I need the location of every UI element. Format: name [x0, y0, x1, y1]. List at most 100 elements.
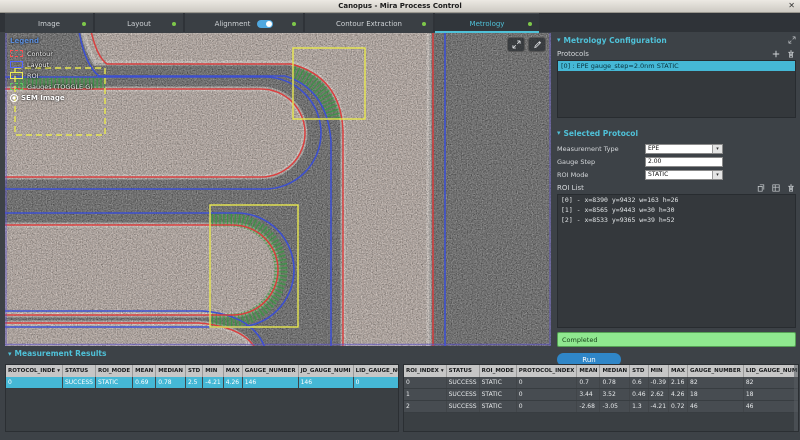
column-header[interactable]: MAX [223, 365, 242, 377]
legend-label: Contour [27, 50, 53, 58]
table-cell: 2 [404, 401, 446, 413]
column-header[interactable]: LID_GAUGE_NUM [353, 365, 399, 377]
table-cell: SUCCESS [446, 377, 479, 389]
edit-button[interactable] [528, 37, 546, 52]
tab-layout[interactable]: Layout [95, 13, 183, 33]
table-cell: 3.52 [600, 389, 630, 401]
scrollbar[interactable] [794, 365, 798, 431]
close-icon[interactable]: ✕ [788, 1, 795, 11]
edit-roi-button[interactable] [770, 182, 781, 193]
column-header[interactable]: GAUGE_NUMBER [242, 365, 298, 377]
add-protocol-button[interactable] [770, 48, 781, 59]
roi-mode-row: ROI Mode STATIC ▾ [557, 168, 796, 181]
table-cell: 0 [404, 377, 446, 389]
chevron-down-icon: ▾ [557, 129, 561, 137]
legend-swatch-icon [10, 61, 23, 68]
table-cell: 4.26 [223, 377, 242, 389]
detach-panel-button[interactable] [786, 35, 797, 46]
legend-label: Gauges (TOGGLE G) [27, 83, 93, 91]
column-header[interactable]: MAX [669, 365, 688, 377]
table-cell: 1 [404, 389, 446, 401]
column-header[interactable]: MEAN [133, 365, 156, 377]
protocol-list: [0] : EPE gauge_step=2.0nm STATIC [557, 60, 796, 118]
measurement-results-header[interactable]: ▾ Measurement Results [8, 349, 106, 358]
table-cell: SUCCESS [446, 401, 479, 413]
roi-item[interactable]: [0] - x=8390 y=9432 w=163 h=26 [558, 195, 795, 205]
copy-roi-button[interactable] [755, 182, 766, 193]
measurement-type-row: Measurement Type EPE ▾ [557, 142, 796, 155]
column-header[interactable]: STATUS [446, 365, 479, 377]
gauge-step-input[interactable] [645, 157, 723, 167]
column-header[interactable]: STD [630, 365, 648, 377]
field-label: Gauge Step [557, 158, 645, 166]
column-header[interactable]: PROTOCOL_INDEX [516, 365, 577, 377]
delete-protocol-button[interactable] [785, 48, 796, 59]
sem-image-toggle[interactable]: SEM Image [10, 92, 130, 104]
trash-icon [787, 184, 795, 192]
legend-title: Legend [10, 37, 130, 48]
table-cell: 3.44 [577, 389, 600, 401]
tab-alignment[interactable]: Alignment [185, 13, 303, 33]
roi-mode-select[interactable]: STATIC ▾ [645, 170, 723, 180]
column-header[interactable]: MIN [203, 365, 224, 377]
table-row[interactable]: 0SUCCESSSTATIC00.70.780.6-0.392.1682820 [404, 377, 799, 389]
metrology-configuration-header[interactable]: ▾ Metrology Configuration [557, 34, 797, 46]
roi-results-table-container: ROI_INDEX ▾STATUSROI_MODEPROTOCOL_INDEXM… [403, 364, 799, 432]
tab-contour-extraction[interactable]: Contour Extraction [305, 13, 433, 33]
status-dot [292, 22, 296, 26]
column-header[interactable]: STATUS [62, 365, 95, 377]
table-row[interactable]: 2SUCCESSSTATIC0-2.68-3.051.3-4.210.72464… [404, 401, 799, 413]
column-header[interactable]: ROI_INDEX ▾ [404, 365, 446, 377]
roi-item[interactable]: [1] - x=8565 y=9443 w=30 h=30 [558, 205, 795, 215]
sem-viewer[interactable]: Legend ContourLayoutROIGauges (TOGGLE G)… [5, 33, 551, 346]
trash-icon [787, 50, 795, 58]
tab-label: Image [38, 20, 60, 28]
column-header[interactable]: STD [185, 365, 202, 377]
selected-protocol-header[interactable]: ▾ Selected Protocol [557, 127, 797, 139]
protocols-label: Protocols [557, 50, 589, 58]
chevron-down-icon: ▾ [8, 350, 12, 358]
tab-image[interactable]: Image [5, 13, 93, 33]
table-cell: -4.21 [203, 377, 224, 389]
legend: Legend ContourLayoutROIGauges (TOGGLE G)… [10, 37, 130, 104]
column-header[interactable]: MEDIAN [156, 365, 186, 377]
column-header[interactable]: ROTOCOL_INDE ▾ [6, 365, 62, 377]
section-title: Measurement Results [15, 349, 107, 358]
column-header[interactable]: JD_GAUGE_NUMI [298, 365, 353, 377]
legend-swatch-icon [10, 72, 23, 79]
field-label: ROI Mode [557, 171, 645, 179]
table-row[interactable]: 1SUCCESSSTATIC03.443.520.462.624.2618180 [404, 389, 799, 401]
column-header[interactable]: ROI_MODE [479, 365, 516, 377]
column-header[interactable]: MEAN [577, 365, 600, 377]
column-header[interactable]: MIN [648, 365, 669, 377]
title-bar: Canopus - Mira Process Control ✕ [0, 0, 800, 13]
roi-item[interactable]: [2] - x=8533 y=9365 w=39 h=52 [558, 215, 795, 225]
column-header[interactable]: MEDIAN [600, 365, 630, 377]
measurement-type-select[interactable]: EPE ▾ [645, 144, 723, 154]
protocol-item[interactable]: [0] : EPE gauge_step=2.0nm STATIC [558, 61, 795, 71]
tab-bar: Image Layout Alignment Contour Extractio… [0, 13, 800, 32]
protocol-results-table-container: ROTOCOL_INDE ▾STATUSROI_MODEMEANMEDIANST… [5, 364, 399, 432]
column-header[interactable]: ROI_MODE [95, 365, 132, 377]
column-header[interactable]: LID_GAUGE_NUMB [743, 365, 799, 377]
table-cell: -2.68 [577, 401, 600, 413]
tab-label: Contour Extraction [336, 20, 402, 28]
alignment-toggle[interactable] [257, 20, 273, 28]
table-cell: 0.78 [156, 377, 186, 389]
table-cell: 0 [516, 401, 577, 413]
table-cell: 2.62 [648, 389, 669, 401]
table-row[interactable]: 0SUCCESSSTATIC0.690.782.5-4.214.26146146… [6, 377, 399, 389]
plus-icon [772, 50, 780, 58]
status-dot [422, 22, 426, 26]
table-cell: 1.3 [630, 401, 648, 413]
chevron-down-icon: ▾ [712, 171, 722, 179]
toggle-knob [266, 21, 272, 27]
delete-roi-button[interactable] [785, 182, 796, 193]
expand-view-button[interactable] [507, 37, 525, 52]
table-cell: 2.16 [669, 377, 688, 389]
status-text: Completed [562, 336, 597, 344]
tab-metrology[interactable]: Metrology [435, 13, 539, 33]
pencil-icon [533, 40, 542, 49]
status-dot [172, 22, 176, 26]
column-header[interactable]: GAUGE_NUMBER [688, 365, 744, 377]
